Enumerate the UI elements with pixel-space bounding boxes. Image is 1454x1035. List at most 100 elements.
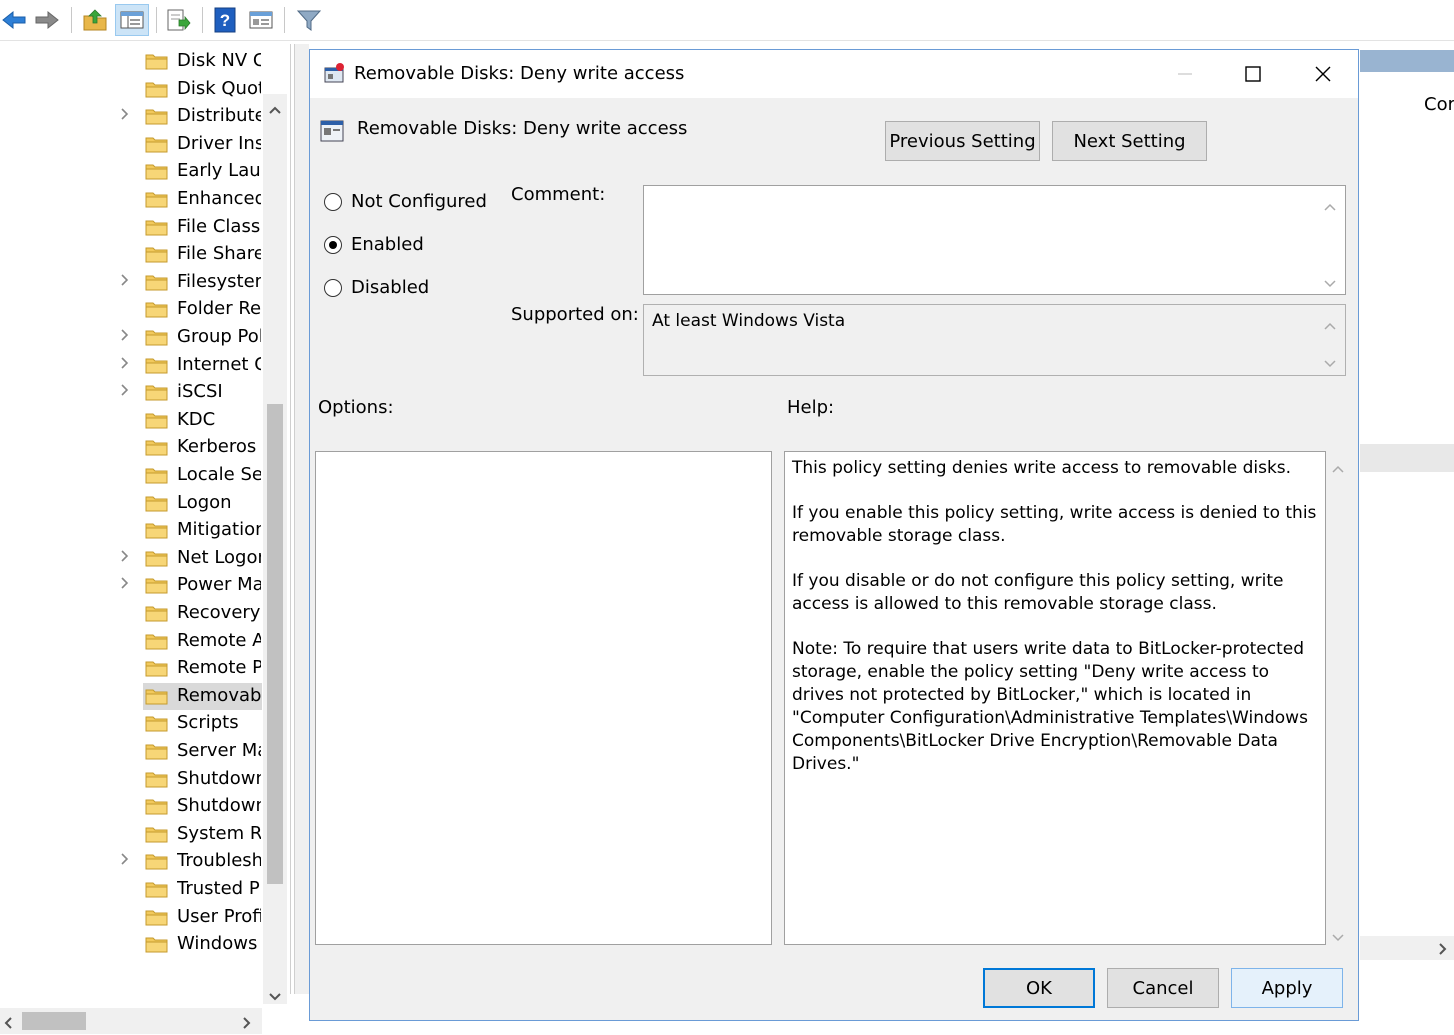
back-arrow-icon[interactable] <box>0 4 28 36</box>
tree-item[interactable]: Trusted Pl <box>0 876 262 903</box>
tree-item[interactable]: Shutdown <box>0 766 262 793</box>
scroll-thumb[interactable] <box>267 404 283 884</box>
tree-item[interactable]: Power Ma <box>0 572 262 599</box>
tree-item[interactable]: Scripts <box>0 710 262 737</box>
folder-icon <box>145 327 169 352</box>
enabled-radio[interactable]: Enabled <box>324 234 424 255</box>
export-list-icon[interactable] <box>163 4 193 36</box>
tree-item-label: KDC <box>177 408 216 430</box>
not-configured-radio[interactable]: Not Configured <box>324 191 487 212</box>
expand-chevron-icon[interactable] <box>120 273 134 291</box>
help-icon[interactable]: ? <box>210 4 240 36</box>
tree-item[interactable]: Removabl <box>0 682 262 710</box>
expand-chevron-icon[interactable] <box>120 328 134 346</box>
tree-item[interactable]: Enhanced <box>0 186 262 213</box>
expand-chevron-icon[interactable] <box>120 383 134 401</box>
folder-icon <box>145 879 169 904</box>
tree-item[interactable]: Remote Pr <box>0 655 262 682</box>
tree-item[interactable]: Disk Quota <box>0 76 262 103</box>
tree-item[interactable]: KDC <box>0 407 262 434</box>
filter-icon[interactable] <box>292 4 326 36</box>
expand-chevron-icon[interactable] <box>120 549 134 567</box>
cancel-button[interactable]: Cancel <box>1107 968 1219 1008</box>
disabled-radio[interactable]: Disabled <box>324 277 429 298</box>
tree-item-label: File Classif <box>177 215 261 237</box>
radio-circle[interactable] <box>324 235 342 254</box>
tree-item[interactable]: File Classif <box>0 214 262 241</box>
supported-on-value: At least Windows Vista <box>652 311 846 331</box>
dialog-title: Removable Disks: Deny write access <box>354 63 685 84</box>
show-hide-tree-icon[interactable] <box>115 4 149 36</box>
enabled-label: Enabled <box>351 234 424 255</box>
tree-item[interactable]: Filesystem <box>0 269 262 296</box>
scroll-down-arrow-icon[interactable] <box>1323 274 1337 288</box>
maximize-button[interactable] <box>1218 50 1288 98</box>
tree-item[interactable]: Locale Ser <box>0 462 262 489</box>
expand-chevron-icon[interactable] <box>120 852 134 870</box>
scroll-up-arrow-icon[interactable] <box>268 100 282 120</box>
scroll-up-arrow-icon[interactable] <box>1323 316 1337 330</box>
tree-vertical-scrollbar[interactable] <box>263 94 287 1004</box>
tree-item[interactable]: Recovery <box>0 600 262 627</box>
folder-icon <box>145 189 169 214</box>
tree-item-label: Remote As <box>177 629 261 651</box>
expand-chevron-icon[interactable] <box>120 576 134 594</box>
scroll-left-arrow-icon[interactable] <box>3 1015 13 1035</box>
tree-item[interactable]: Mitigation <box>0 517 262 544</box>
scroll-up-arrow-icon[interactable] <box>1323 197 1337 211</box>
tree-item[interactable]: Logon <box>0 490 262 517</box>
tree-item[interactable]: Internet Co <box>0 352 262 379</box>
details-header-bar <box>1360 50 1454 72</box>
tree-item[interactable]: Group Pol <box>0 324 262 351</box>
tree-item[interactable]: Kerberos <box>0 434 262 461</box>
details-selected-row[interactable] <box>1360 444 1454 472</box>
tree-item-label: System Re <box>177 822 261 844</box>
properties-view-icon[interactable] <box>246 4 276 36</box>
radio-circle[interactable] <box>324 278 342 297</box>
scroll-right-arrow-icon[interactable] <box>1438 941 1448 961</box>
tree-item[interactable]: File Share <box>0 241 262 268</box>
expand-chevron-icon[interactable] <box>120 107 134 125</box>
scroll-down-arrow-icon[interactable] <box>268 987 282 1007</box>
expand-chevron-icon[interactable] <box>120 356 134 374</box>
tree-item-label: Windows I <box>177 933 261 955</box>
tree-item[interactable]: Server Mar <box>0 738 262 765</box>
folder-icon <box>145 465 169 490</box>
tree-horizontal-scrollbar[interactable] <box>0 1008 262 1034</box>
radio-circle[interactable] <box>324 192 342 211</box>
tree-item-label: Trusted Pl <box>177 878 261 899</box>
comment-field[interactable] <box>643 185 1346 295</box>
tree-item[interactable]: Folder Red <box>0 296 262 323</box>
tree-item[interactable]: Net Logon <box>0 545 262 572</box>
scroll-down-arrow-icon[interactable] <box>1323 354 1337 368</box>
tree-item[interactable]: Driver Inst <box>0 131 262 158</box>
up-folder-icon[interactable] <box>80 4 110 36</box>
details-horizontal-scrollbar[interactable] <box>1360 936 1454 960</box>
minimize-button[interactable] <box>1150 50 1220 98</box>
previous-setting-button[interactable]: Previous Setting <box>885 121 1040 161</box>
tree-item[interactable]: Early Laun <box>0 158 262 185</box>
ok-button[interactable]: OK <box>983 968 1095 1008</box>
folder-icon <box>145 796 169 821</box>
tree-item[interactable]: Distributed <box>0 103 262 130</box>
tree-item[interactable]: System Re <box>0 821 262 848</box>
apply-button[interactable]: Apply <box>1231 968 1343 1008</box>
tree-item[interactable]: Shutdown <box>0 793 262 820</box>
tree-item[interactable]: Remote As <box>0 628 262 655</box>
tree-item[interactable]: Troublesh <box>0 848 262 875</box>
forward-arrow-icon[interactable] <box>32 4 62 36</box>
tree-item[interactable]: Windows I <box>0 931 262 958</box>
disabled-label: Disabled <box>351 277 430 298</box>
help-scroll-down-arrow-icon[interactable] <box>1331 928 1345 942</box>
help-scroll-up-arrow-icon[interactable] <box>1331 459 1345 473</box>
scroll-thumb[interactable] <box>22 1012 86 1030</box>
close-button[interactable] <box>1288 50 1358 98</box>
next-setting-button[interactable]: Next Setting <box>1052 121 1207 161</box>
tree-item[interactable]: User Profil <box>0 904 262 931</box>
supported-on-label: Supported on: <box>511 304 639 325</box>
tree-item[interactable]: iSCSI <box>0 379 262 406</box>
tree-item[interactable]: Disk NV Ca <box>0 48 262 75</box>
tree-item-label: Mitigation <box>177 519 261 541</box>
dialog-titlebar[interactable]: Removable Disks: Deny write access <box>310 50 1358 98</box>
scroll-right-arrow-icon[interactable] <box>242 1015 252 1035</box>
